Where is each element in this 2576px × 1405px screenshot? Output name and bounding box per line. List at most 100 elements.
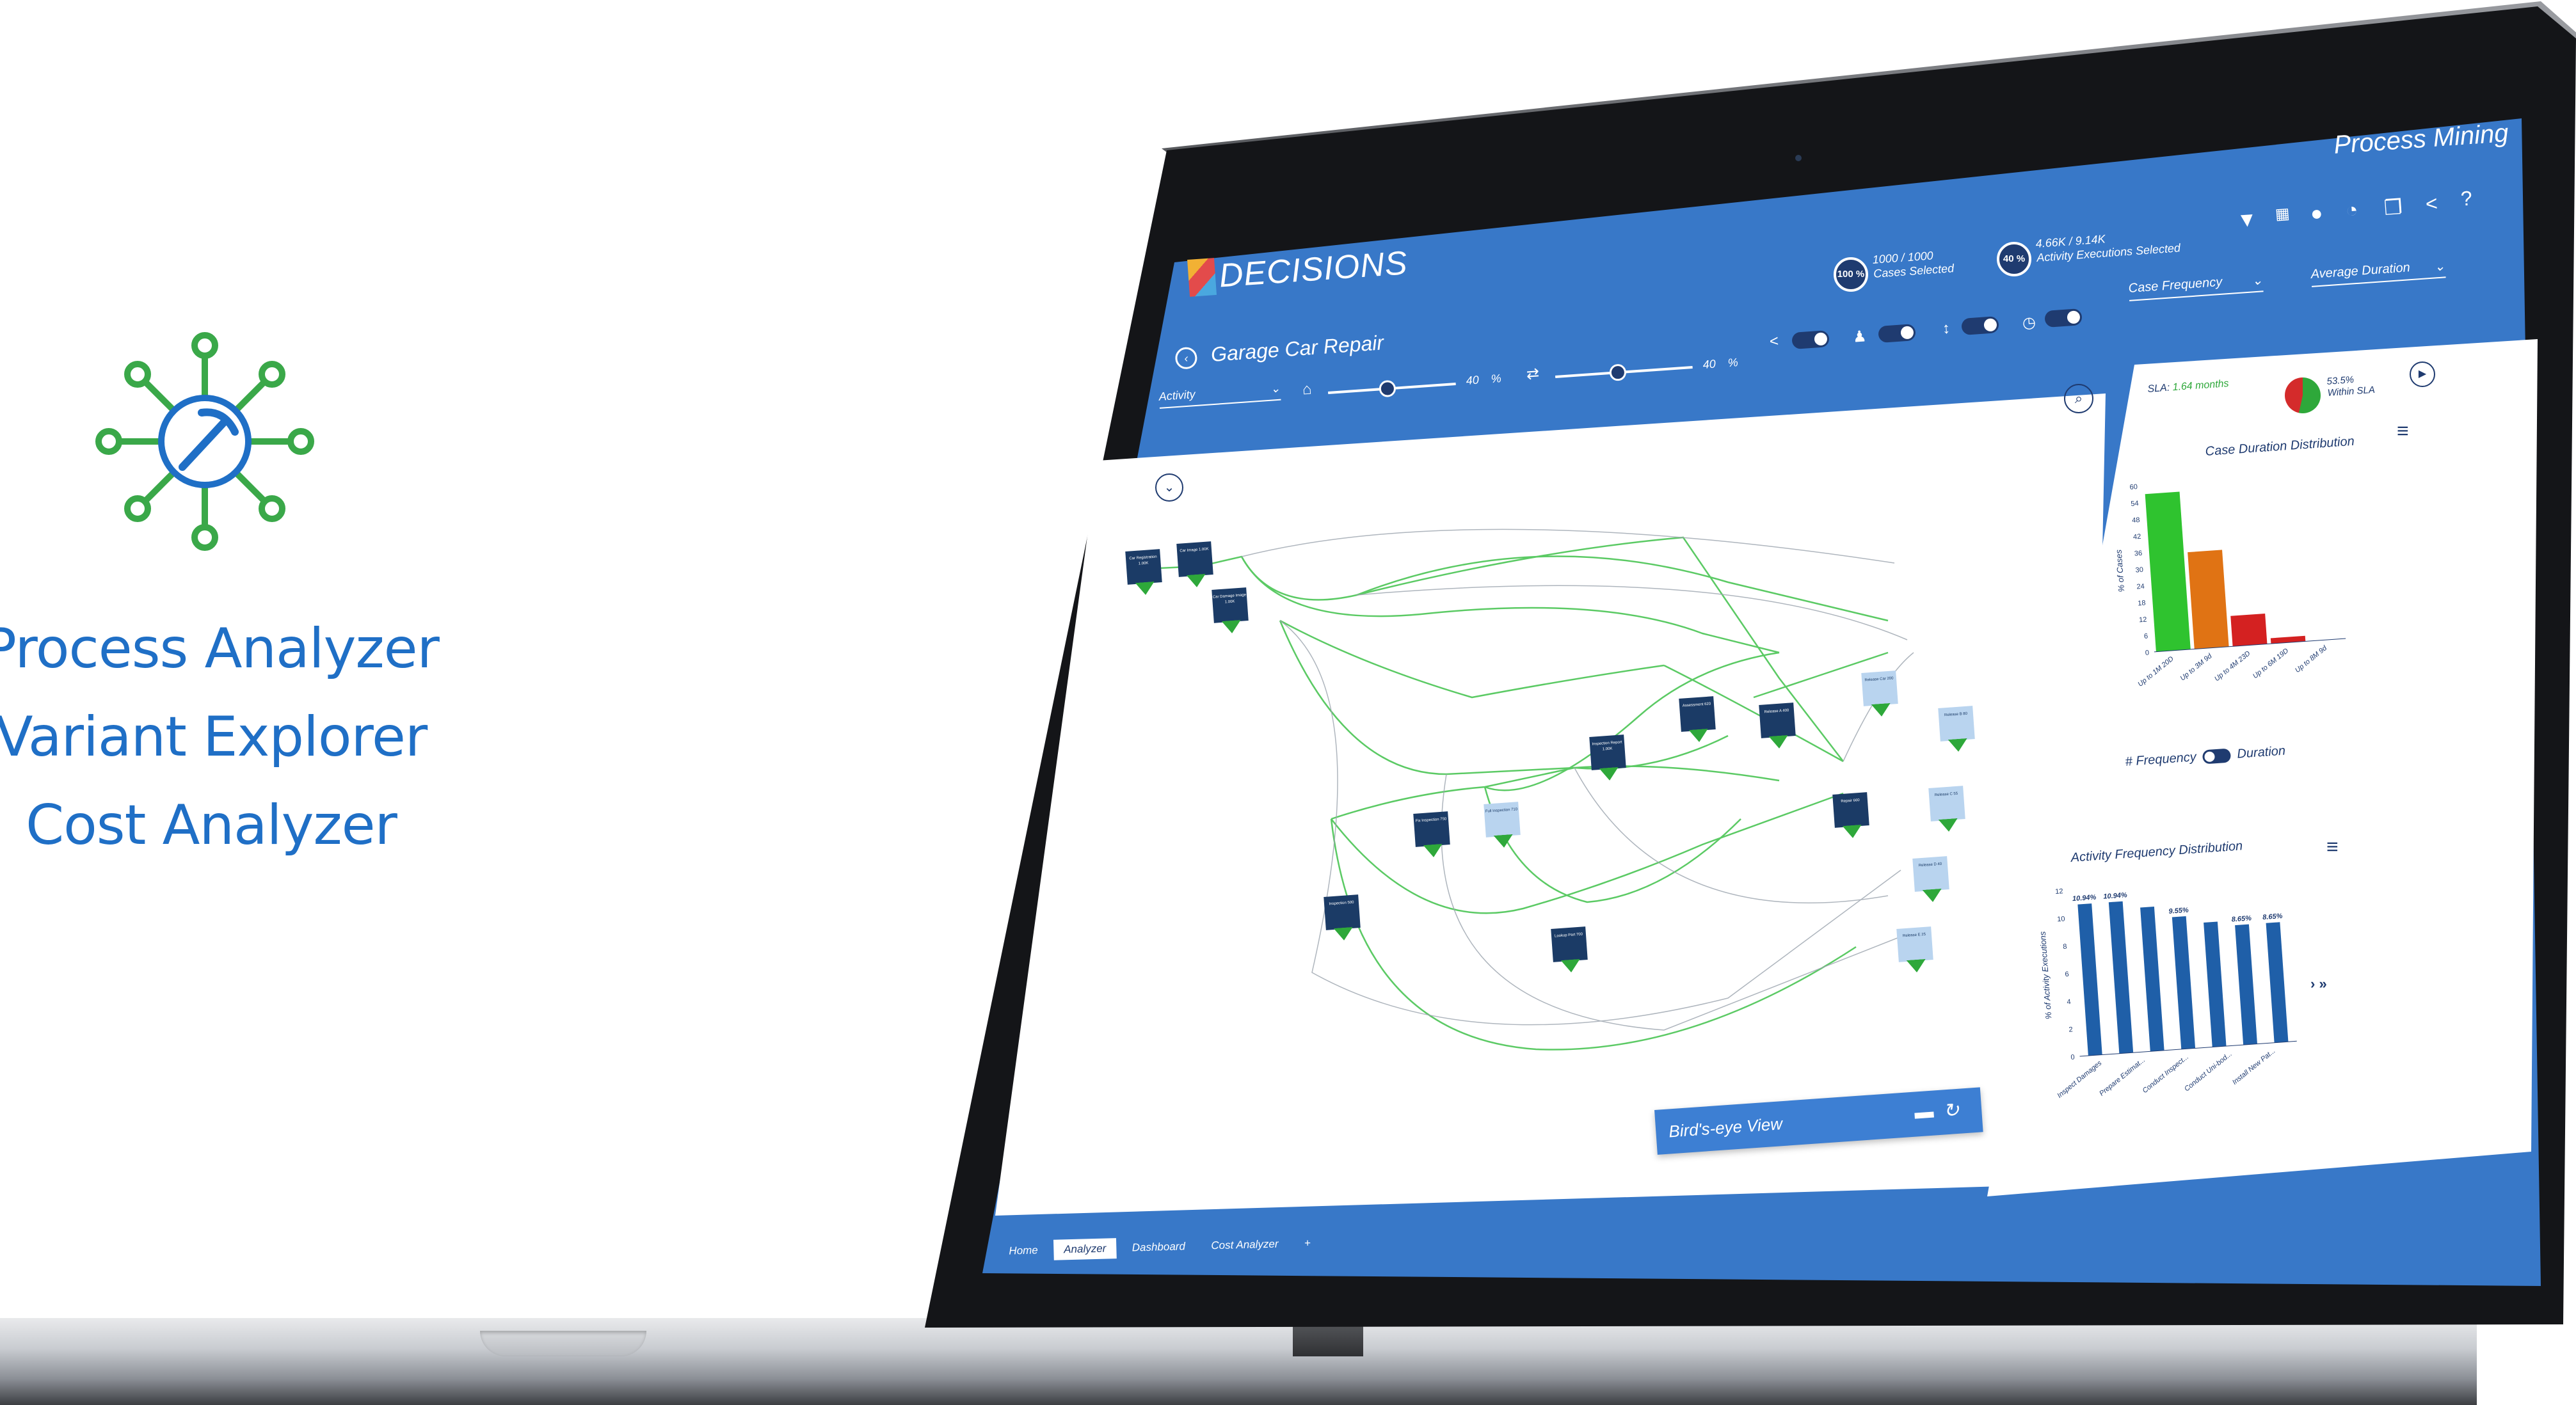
process-node[interactable]: Car Registration 1.00K	[1125, 549, 1162, 585]
tab-analyzer[interactable]: Analyzer	[1053, 1238, 1117, 1260]
webcam-icon	[1795, 155, 1802, 161]
refresh-icon[interactable]: ↻	[1942, 1099, 1960, 1123]
process-node[interactable]: Assessment 620	[1679, 696, 1716, 732]
y-tick-label: 48	[2132, 516, 2140, 525]
process-node[interactable]: Car Image 1.00K	[1176, 541, 1213, 577]
sort-toggle-icon: ↕	[1942, 319, 1951, 338]
people-toggle[interactable]	[1878, 324, 1916, 343]
bar	[2204, 921, 2227, 1047]
frequency-duration-switch[interactable]	[2202, 748, 2232, 765]
y-tick-label: 36	[2134, 550, 2142, 558]
process-node[interactable]: Inspection 500	[1324, 894, 1361, 930]
tab-cost-analyzer[interactable]: Cost Analyzer	[1201, 1234, 1289, 1257]
paths-slider-number: 40	[1702, 357, 1716, 371]
duration-label: Duration	[2236, 743, 2286, 761]
bar	[2145, 491, 2191, 652]
bar	[2172, 916, 2196, 1049]
y-tick-label: 6	[2065, 971, 2069, 978]
save-icon[interactable]: ▬	[1914, 1101, 1934, 1124]
window-icon[interactable]: ❐	[2383, 194, 2403, 220]
help-icon[interactable]: ?	[2460, 186, 2473, 210]
clock-icon[interactable]: ◔	[2345, 198, 2359, 222]
process-node[interactable]: Release D 40	[1912, 856, 1949, 892]
x-tick-label: Up to 6M 19D	[2252, 647, 2290, 680]
timer-toggle[interactable]	[2044, 308, 2083, 328]
y-tick-label: 30	[2135, 566, 2143, 575]
share-icon[interactable]: <	[2425, 191, 2438, 216]
menu-icon[interactable]: ≡	[2326, 835, 2339, 859]
people-toggle-icon: ♟	[1852, 328, 1868, 346]
tab-home[interactable]: Home	[998, 1240, 1048, 1262]
y-tick-label: 8	[2063, 943, 2067, 951]
process-node[interactable]: Lookup Part 700	[1551, 926, 1588, 962]
process-node[interactable]: Full Inspection 710	[1484, 802, 1521, 837]
process-node[interactable]: Repair 660	[1832, 792, 1869, 828]
tab-add[interactable]: +	[1294, 1233, 1322, 1254]
process-node[interactable]: Release Car 200	[1861, 671, 1898, 706]
x-tick-label: Install New Pat...	[2231, 1047, 2277, 1086]
cases-selected-stat: 1000 / 1000 Cases Selected	[1872, 247, 1955, 281]
calendar-icon[interactable]: ▦	[2275, 204, 2291, 224]
executions-percent-badge: 40 %	[1997, 242, 2031, 276]
cost-icon[interactable]: ●	[2310, 201, 2324, 225]
search-icon[interactable]: ⌕	[2064, 384, 2093, 413]
chevron-down-icon: ⌄	[2251, 273, 2264, 289]
case-duration-chart: 0 6 12 18 24 30 36 42 48 54 60 % of Cases Up to 1M 2…	[2114, 483, 2346, 688]
sort-toggle[interactable]	[1961, 316, 1999, 335]
sla-label: SLA:	[2147, 382, 2170, 395]
paths-slider-icon: ⇄	[1526, 365, 1540, 383]
x-tick-label: Conduct Uni-bod...	[2183, 1050, 2234, 1093]
decisions-logo-mark	[1187, 258, 1217, 297]
more-chevron-icon[interactable]: › »	[2310, 976, 2327, 992]
activity-slider-unit: %	[1490, 372, 1502, 386]
process-node[interactable]: Release C 55	[1928, 786, 1965, 822]
process-node[interactable]: Release E 25	[1896, 926, 1933, 962]
data-label: 10.94%	[2072, 894, 2097, 903]
bar	[2230, 613, 2268, 647]
process-node[interactable]: Fix Inspection 750	[1413, 811, 1450, 847]
data-label: 9.55%	[2168, 907, 2189, 916]
y-tick-label: 60	[2129, 483, 2138, 491]
y-tick-label: 4	[2067, 998, 2071, 1006]
sla-percent: 53.5% Within SLA	[2326, 373, 2375, 399]
tab-dashboard[interactable]: Dashboard	[1121, 1236, 1196, 1258]
x-tick-label: Up to 8M 9d	[2294, 644, 2329, 674]
laptop-base-notch	[480, 1331, 646, 1356]
chevron-right-icon[interactable]: ▶	[2410, 361, 2435, 387]
back-arrow-icon[interactable]: ‹	[1174, 346, 1198, 370]
bar	[2108, 901, 2134, 1054]
y-tick-label: 42	[2133, 533, 2141, 541]
x-tick-label: Up to 1M 20D	[2136, 655, 2175, 688]
chevron-down-icon: ⌄	[2433, 259, 2446, 274]
x-tick-label: Conduct Inspect...	[2141, 1053, 2190, 1095]
bar	[2266, 922, 2289, 1043]
y-tick-label: 12	[2055, 887, 2063, 896]
activity-select-value: Activity	[1158, 388, 1196, 403]
process-node[interactable]: Car Damage Image 1.00K	[1212, 587, 1249, 623]
cases-percent-badge: 100 %	[1834, 257, 1868, 292]
process-node[interactable]: Inspection Report 1.00K	[1589, 734, 1626, 770]
process-node[interactable]: Release B 80	[1938, 706, 1975, 742]
activity-slider-number: 40	[1466, 373, 1480, 387]
bar	[2235, 924, 2257, 1045]
process-node[interactable]: Release A 400	[1759, 702, 1796, 738]
activity-slider-value: 40 %	[1466, 372, 1501, 388]
y-tick-label: 12	[2139, 616, 2147, 624]
y-tick-label: 54	[2131, 500, 2139, 508]
bar	[2188, 550, 2229, 649]
data-label: 8.65%	[2231, 914, 2252, 923]
chevron-down-icon: ⌄	[1270, 381, 1281, 395]
data-label: 8.65%	[2262, 912, 2283, 921]
y-tick-label: 6	[2144, 633, 2148, 640]
data-label: 10.94%	[2103, 891, 2127, 901]
bar	[2140, 906, 2164, 1052]
x-tick-label: Prepare Estimat...	[2098, 1056, 2147, 1098]
paths-slider-value: 40 %	[1702, 356, 1738, 372]
y-tick-label: 10	[2057, 915, 2065, 923]
share-toggle[interactable]	[1791, 330, 1830, 349]
y-tick-label: 24	[2136, 583, 2145, 591]
sla-pie-chart	[2285, 377, 2321, 413]
menu-icon[interactable]: ≡	[2397, 419, 2409, 443]
filter-icon[interactable]: ▼	[2236, 207, 2258, 232]
paths-slider-unit: %	[1727, 356, 1739, 370]
